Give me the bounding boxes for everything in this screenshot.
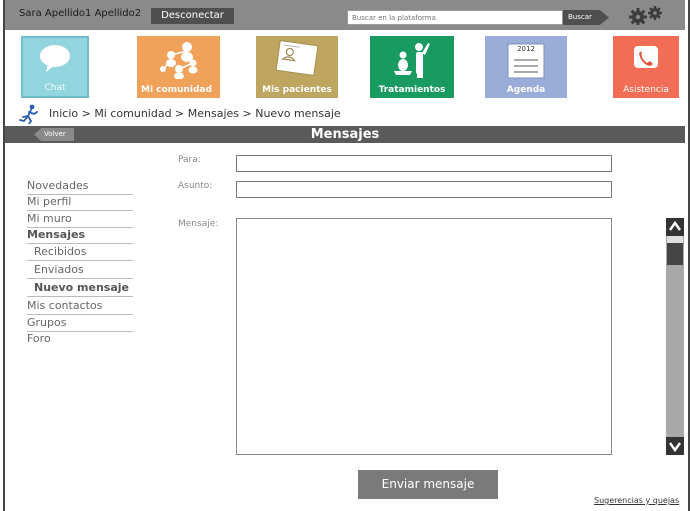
app-tile-chat[interactable]: Chat <box>21 36 89 98</box>
message-label: Mensaje: <box>178 219 219 229</box>
running-person-icon <box>19 104 38 124</box>
nav-item-nuevo-mensaje[interactable]: Nuevo mensaje <box>27 280 133 297</box>
chevron-down-icon <box>669 442 681 453</box>
nav-item-foro[interactable]: Foro <box>27 331 133 348</box>
user-name: Sara Apellido1 Apellido2 <box>19 8 142 19</box>
nav-item-recibidos[interactable]: Recibidos <box>27 244 133 261</box>
to-label: Para: <box>178 155 201 165</box>
app-tile-label: Asistencia <box>623 85 669 95</box>
nav-item-mi-muro[interactable]: Mi muro <box>27 211 133 228</box>
scroll-down-button[interactable] <box>666 437 684 455</box>
nav-item-enviados[interactable]: Enviados <box>27 262 133 279</box>
people-network-icon <box>159 42 197 79</box>
gears-icon[interactable] <box>626 5 666 25</box>
search-button[interactable]: Buscar <box>563 10 609 25</box>
subject-field[interactable] <box>236 181 612 198</box>
scrollbar-thumb[interactable] <box>667 243 683 265</box>
send-message-button[interactable]: Enviar mensaje <box>358 470 498 499</box>
chevron-up-icon <box>669 220 681 231</box>
calendar-year: 2012 <box>517 45 535 53</box>
to-field[interactable] <box>236 155 612 172</box>
app-tile-label: Agenda <box>506 85 546 95</box>
message-textarea[interactable] <box>236 218 612 455</box>
app-tile-comunidad[interactable]: Mi comunidad <box>137 36 220 98</box>
search-input[interactable] <box>347 10 563 25</box>
app-tile-label: Chat <box>44 83 66 93</box>
app-tile-pacientes[interactable]: Mis pacientes <box>256 36 338 98</box>
speech-bubble-icon <box>40 45 70 72</box>
feedback-link[interactable]: Sugerencias y quejas <box>594 496 679 505</box>
phone-icon <box>634 46 658 68</box>
page-title: Mensajes <box>310 127 380 142</box>
exercise-icon <box>394 43 430 78</box>
breadcrumb: Inicio > Mi comunidad > Mensajes > Nuevo… <box>49 107 341 120</box>
app-tile-label: Tratamientos <box>378 85 446 95</box>
nav-item-novedades[interactable]: Novedades <box>27 178 133 195</box>
nav-item-mensajes[interactable]: Mensajes <box>27 227 133 244</box>
app-tile-label: Mis pacientes <box>262 85 332 95</box>
scroll-up-button[interactable] <box>666 218 684 236</box>
app-tile-asistencia[interactable]: Asistencia <box>613 36 679 98</box>
nav-item-mi-perfil[interactable]: Mi perfil <box>27 194 133 211</box>
patient-card-icon <box>275 39 319 77</box>
app-tile-label: Mi comunidad <box>141 85 212 95</box>
app-tile-agenda[interactable]: 2012 Agenda <box>485 36 567 98</box>
disconnect-button[interactable]: Desconectar <box>151 8 234 24</box>
subject-label: Asunto: <box>178 181 213 191</box>
nav-item-grupos[interactable]: Grupos <box>27 315 133 332</box>
scrollbar-gap <box>667 236 683 243</box>
nav-item-mis-contactos[interactable]: Mis contactos <box>27 298 133 315</box>
app-tile-tratamientos[interactable]: Tratamientos <box>370 36 454 98</box>
